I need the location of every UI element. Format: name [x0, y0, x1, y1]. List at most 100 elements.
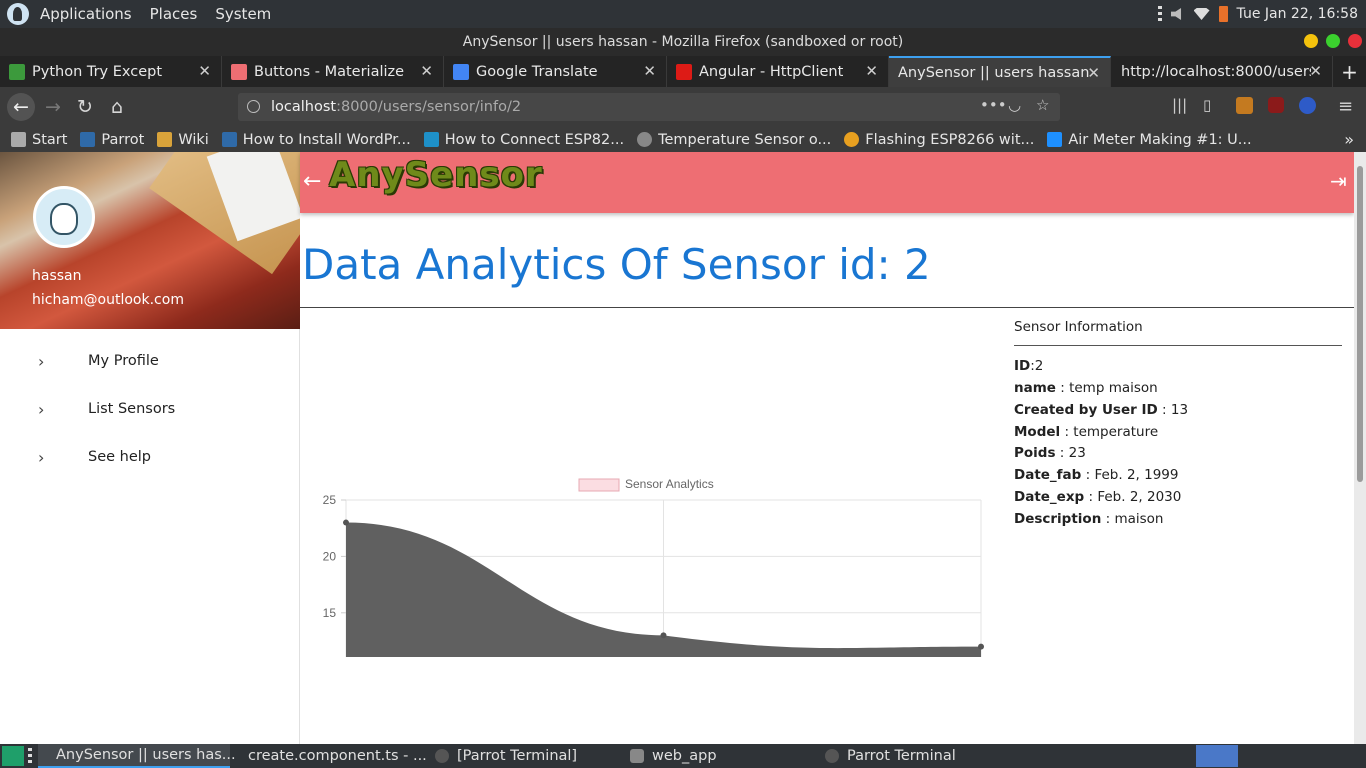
- system-panel: Applications Places System Tue Jan 22, 1…: [0, 0, 1366, 28]
- url-bar[interactable]: localhost:8000/users/sensor/info/2: [238, 93, 1060, 121]
- tab-close-icon[interactable]: ✕: [420, 62, 433, 80]
- tab-favicon-icon: [9, 63, 25, 80]
- extension-icon[interactable]: [1236, 97, 1253, 114]
- tab-close-icon[interactable]: ✕: [1087, 64, 1100, 82]
- taskbar-item-web-app[interactable]: web_app: [620, 744, 815, 768]
- logout-icon[interactable]: ⇥: [1330, 169, 1347, 193]
- info-row-name: name : temp maison: [1014, 380, 1158, 396]
- new-tab-button[interactable]: +: [1333, 56, 1366, 87]
- y-tick-label: 25: [323, 493, 337, 507]
- bookmark-icon: [1047, 132, 1063, 147]
- avatar[interactable]: [33, 186, 95, 248]
- bookmark-icon: [221, 132, 237, 147]
- bookmark-temperature-sensor[interactable]: Temperature Sensor o...: [637, 132, 831, 148]
- info-row-poids: Poids : 23: [1014, 445, 1086, 461]
- site-info-icon[interactable]: [247, 100, 260, 113]
- wifi-icon[interactable]: [1193, 8, 1210, 20]
- title-divider: [300, 307, 1354, 308]
- bookmark-connect-esp[interactable]: How to Connect ESP82...: [423, 132, 624, 148]
- sensor-analytics-chart: 0510152025 2001-01-012001-01-01null Sens…: [323, 477, 984, 657]
- page-scrollbar[interactable]: [1354, 152, 1366, 744]
- info-row-description: Description : maison: [1014, 511, 1164, 527]
- battery-icon[interactable]: [1218, 6, 1228, 22]
- tab-close-icon[interactable]: ✕: [865, 62, 878, 80]
- tab-close-icon[interactable]: ✕: [643, 62, 656, 80]
- workspace-switcher[interactable]: [1196, 745, 1238, 767]
- maximize-button[interactable]: [1326, 34, 1340, 48]
- tab-python-try-except[interactable]: Python Try Except ✕: [0, 56, 222, 87]
- y-tick-label: 20: [323, 549, 337, 563]
- s-extension-icon[interactable]: [1299, 97, 1316, 114]
- tab-favicon-icon: [676, 63, 692, 80]
- folder-icon: [630, 749, 644, 763]
- tab-buttons-materialize[interactable]: Buttons - Materialize ✕: [222, 56, 444, 87]
- bookmark-star-icon[interactable]: ☆: [1036, 96, 1049, 114]
- ublock-icon[interactable]: [1268, 97, 1284, 113]
- parrot-logo-icon[interactable]: [7, 3, 29, 25]
- back-arrow-icon[interactable]: ←: [303, 169, 321, 194]
- sidebar-icon[interactable]: ▯: [1203, 96, 1211, 114]
- library-icon[interactable]: |||: [1172, 96, 1187, 114]
- taskbar-item-firefox[interactable]: AnySensor || users has...: [38, 744, 236, 768]
- sidebar-username: hassan: [32, 268, 82, 284]
- sensor-info-heading: Sensor Information: [1014, 319, 1143, 335]
- taskbar-item-terminal-2[interactable]: Parrot Terminal: [815, 744, 1010, 768]
- taskbar-handle-icon[interactable]: [28, 748, 32, 764]
- clock[interactable]: Tue Jan 22, 16:58: [1237, 6, 1358, 22]
- show-desktop-icon[interactable]: [2, 746, 24, 766]
- applications-menu[interactable]: Applications: [31, 5, 141, 23]
- y-axis: 0510152025: [323, 493, 346, 620]
- tab-close-icon[interactable]: ✕: [1309, 62, 1322, 80]
- chevron-right-icon: ›: [38, 447, 45, 467]
- tab-close-icon[interactable]: ✕: [198, 62, 211, 80]
- sidebar-item-list-sensors[interactable]: › List Sensors: [0, 385, 300, 433]
- info-row-date-exp: Date_exp : Feb. 2, 2030: [1014, 489, 1182, 505]
- tab-angular-httpclient[interactable]: Angular - HttpClient ✕: [667, 56, 889, 87]
- terminal-icon: [435, 749, 449, 763]
- brand-logo[interactable]: AnySensor: [329, 155, 543, 195]
- scrollbar-thumb[interactable]: [1357, 166, 1363, 482]
- taskbar-item-vscode[interactable]: create.component.ts - ...: [230, 744, 427, 768]
- chevron-right-icon: ›: [38, 399, 45, 419]
- data-point[interactable]: [343, 519, 349, 526]
- sidebar-email: hicham@outlook.com: [32, 292, 184, 308]
- minimize-button[interactable]: [1304, 34, 1318, 48]
- back-button[interactable]: ←: [7, 93, 35, 121]
- sidebar-item-my-profile[interactable]: › My Profile: [0, 337, 300, 385]
- tray-menu-icon[interactable]: [1157, 6, 1162, 22]
- bookmark-parrot[interactable]: Parrot: [80, 132, 144, 148]
- bookmark-start[interactable]: Start: [11, 132, 67, 148]
- system-menu[interactable]: System: [206, 5, 280, 23]
- legend-label[interactable]: Sensor Analytics: [625, 477, 714, 491]
- page-actions-icon[interactable]: •••: [980, 96, 1007, 114]
- forward-button[interactable]: →: [41, 95, 65, 119]
- tab-favicon-icon: [231, 63, 247, 80]
- info-row-created-by: Created by User ID : 13: [1014, 402, 1189, 418]
- tab-google-translate[interactable]: Google Translate ✕: [444, 56, 667, 87]
- data-point[interactable]: [660, 632, 667, 639]
- bookmark-icon: [11, 132, 26, 147]
- pocket-icon[interactable]: ◡: [1008, 96, 1021, 114]
- data-point[interactable]: [978, 643, 984, 650]
- info-row-id: ID:2: [1014, 358, 1044, 374]
- volume-icon[interactable]: [1170, 8, 1182, 20]
- home-button[interactable]: ⌂: [105, 95, 129, 119]
- sidebar-item-see-help[interactable]: › See help: [0, 433, 300, 481]
- bookmark-flashing-esp[interactable]: Flashing ESP8266 wit...: [844, 132, 1034, 148]
- places-menu[interactable]: Places: [141, 5, 207, 23]
- bookmarks-bar: Start Parrot Wiki How to Install WordPr.…: [0, 127, 1366, 152]
- bookmark-wiki[interactable]: Wiki: [157, 132, 209, 148]
- close-window-button[interactable]: [1348, 34, 1362, 48]
- tab-localhost-users[interactable]: http://localhost:8000/users/ ✕: [1111, 56, 1333, 87]
- hamburger-menu-icon[interactable]: ≡: [1338, 96, 1353, 117]
- tab-anysensor[interactable]: AnySensor || users hassan ✕: [889, 56, 1111, 87]
- bookmark-air-meter[interactable]: Air Meter Making #1: U...: [1047, 132, 1252, 148]
- taskbar-item-terminal-1[interactable]: [Parrot Terminal]: [425, 744, 620, 768]
- bookmark-install-wordpress[interactable]: How to Install WordPr...: [221, 132, 411, 148]
- reload-button[interactable]: ↻: [73, 95, 97, 119]
- sidebar-user-header: hassan hicham@outlook.com: [0, 152, 300, 329]
- page-title: Data Analytics Of Sensor id: 2: [302, 240, 931, 289]
- tab-favicon-icon: [453, 63, 469, 80]
- bookmarks-overflow-icon[interactable]: »: [1344, 130, 1354, 149]
- legend-swatch[interactable]: [578, 478, 620, 492]
